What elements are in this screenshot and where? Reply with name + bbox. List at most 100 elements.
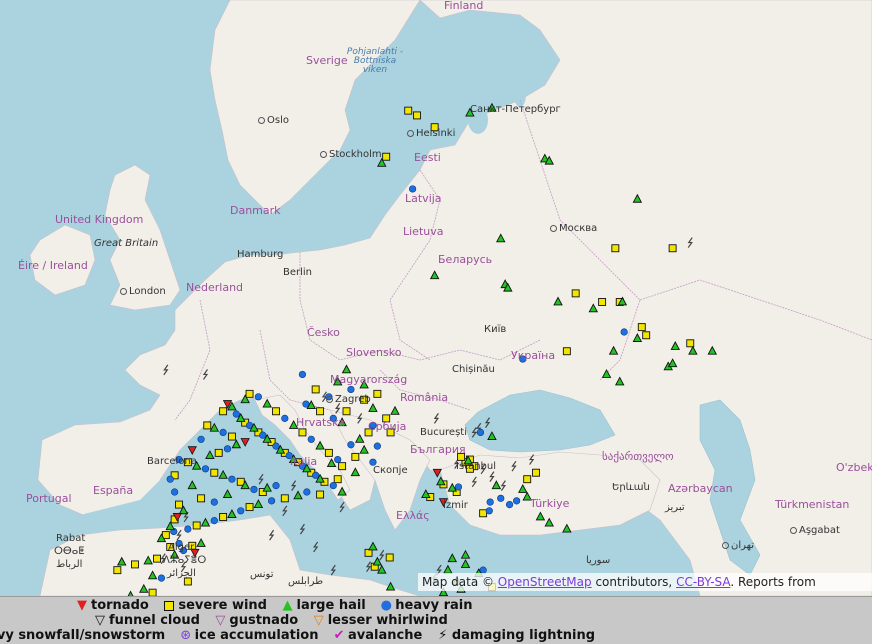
report-damaging-lightning[interactable] [471,476,477,488]
report-large-hail[interactable] [139,583,149,593]
report-damaging-lightning[interactable] [330,564,336,576]
report-heavy-rain[interactable] [197,435,205,443]
report-heavy-rain[interactable] [303,488,311,496]
report-severe-wind[interactable] [113,566,122,575]
report-heavy-rain[interactable] [272,482,280,490]
report-heavy-rain[interactable] [237,507,245,515]
report-damaging-lightning[interactable] [433,413,440,424]
report-severe-wind[interactable] [203,421,212,430]
report-severe-wind[interactable] [210,468,219,477]
report-damaging-lightning[interactable] [500,480,507,491]
report-damaging-lightning[interactable] [687,237,693,248]
report-large-hail[interactable] [341,364,352,374]
report-heavy-rain[interactable] [184,525,192,533]
report-heavy-rain[interactable] [505,500,514,509]
report-heavy-rain[interactable] [497,494,505,502]
report-heavy-rain[interactable] [259,431,267,439]
report-large-hail[interactable] [262,482,272,492]
report-large-hail[interactable] [337,486,347,496]
report-large-hail[interactable] [147,570,158,580]
report-large-hail[interactable] [608,345,619,355]
report-severe-wind[interactable] [479,509,488,518]
report-damaging-lightning[interactable] [528,454,535,465]
report-large-hail[interactable] [601,368,612,378]
report-large-hail[interactable] [368,541,378,551]
report-large-hail[interactable] [670,341,681,350]
osm-link[interactable]: OpenStreetMap [498,575,592,589]
report-damaging-lightning[interactable] [357,413,363,424]
report-severe-wind[interactable] [637,323,646,332]
report-severe-wind[interactable] [598,298,607,306]
report-large-hail[interactable] [231,439,242,449]
report-severe-wind[interactable] [523,475,532,484]
report-heavy-rain[interactable] [347,385,355,394]
report-damaging-lightning[interactable] [339,501,345,513]
report-severe-wind[interactable] [333,475,342,484]
report-severe-wind[interactable] [183,577,192,586]
report-large-hail[interactable] [368,402,378,412]
report-severe-wind[interactable] [214,448,223,457]
report-severe-wind[interactable] [373,389,382,398]
report-damaging-lightning[interactable] [282,505,288,517]
report-large-hail[interactable] [143,555,153,565]
report-large-hail[interactable] [222,489,233,498]
report-severe-wind[interactable] [131,560,139,569]
report-large-hail[interactable] [460,549,471,559]
report-large-hail[interactable] [667,358,678,368]
report-severe-wind[interactable] [227,432,236,441]
report-damaging-lightning[interactable] [471,427,477,438]
report-severe-wind[interactable] [148,588,157,596]
report-severe-wind[interactable] [413,111,421,120]
report-large-hail[interactable] [562,523,572,533]
report-large-hail[interactable] [632,193,643,203]
report-heavy-rain[interactable] [486,498,494,506]
report-severe-wind[interactable] [385,553,394,562]
report-large-hail[interactable] [496,233,506,243]
report-heavy-rain[interactable] [334,455,342,464]
report-large-hail[interactable] [253,499,264,509]
report-heavy-rain[interactable] [201,465,210,473]
report-large-hail[interactable] [491,480,502,490]
report-heavy-rain[interactable] [223,445,232,453]
report-severe-wind[interactable] [338,462,347,471]
report-heavy-rain[interactable] [254,393,262,401]
report-large-hail[interactable] [262,398,272,408]
report-severe-wind[interactable] [153,554,161,563]
report-heavy-rain[interactable] [210,498,218,506]
report-large-hail[interactable] [196,537,206,547]
report-large-hail[interactable] [588,303,599,313]
report-large-hail[interactable] [535,511,546,521]
report-large-hail[interactable] [209,422,220,432]
report-damaging-lightning[interactable] [313,541,319,553]
report-heavy-rain[interactable] [476,428,485,436]
report-large-hail[interactable] [688,345,698,355]
report-heavy-rain[interactable] [347,441,355,449]
license-link[interactable]: CC-BY-SA [676,575,730,589]
report-heavy-rain[interactable] [272,442,280,450]
report-severe-wind[interactable] [245,503,254,512]
report-severe-wind[interactable] [316,490,325,499]
report-large-hail[interactable] [187,480,198,490]
report-damaging-lightning[interactable] [299,523,306,535]
report-large-hail[interactable] [293,490,303,500]
report-severe-wind[interactable] [532,468,540,477]
report-heavy-rain[interactable] [157,574,166,582]
report-damaging-lightning[interactable] [202,369,209,380]
report-large-hail[interactable] [377,564,387,574]
report-severe-wind[interactable] [611,244,620,253]
report-heavy-rain[interactable] [373,442,381,450]
report-severe-wind[interactable] [316,407,325,416]
report-large-hail[interactable] [429,270,440,280]
report-severe-wind[interactable] [219,512,228,521]
report-tornado[interactable] [432,468,442,478]
report-large-hail[interactable] [632,333,643,342]
report-damaging-lightning[interactable] [176,529,182,541]
report-large-hail[interactable] [460,558,471,568]
report-severe-wind[interactable] [298,428,307,437]
report-severe-wind[interactable] [351,452,360,461]
report-heavy-rain[interactable] [485,507,493,515]
report-severe-wind[interactable] [324,448,333,457]
report-heavy-rain[interactable] [329,482,337,490]
report-severe-wind[interactable] [562,347,571,356]
report-large-hail[interactable] [518,484,528,493]
